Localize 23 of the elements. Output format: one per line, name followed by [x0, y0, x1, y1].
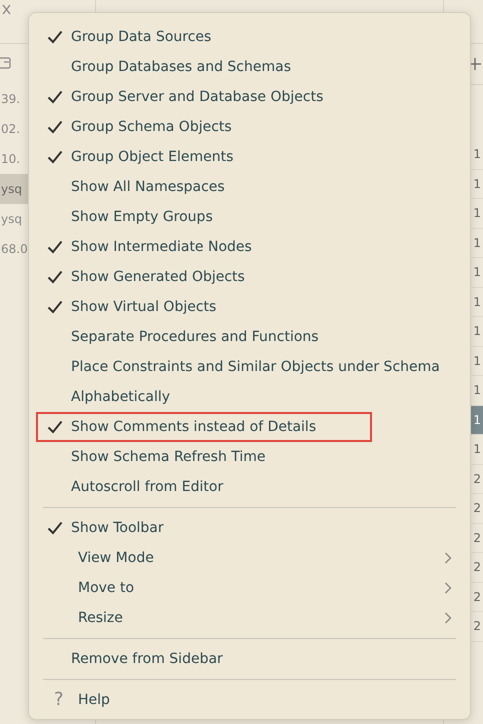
help-icon: ? [54, 691, 78, 709]
menu-item[interactable]: Group Databases and Schemas [36, 52, 470, 82]
check-icon [47, 120, 63, 134]
menu-item[interactable]: Group Server and Database Objects [36, 82, 470, 112]
menu-item[interactable]: Remove from Sidebar [36, 644, 470, 674]
menu-item[interactable]: Group Data Sources [36, 22, 470, 52]
list-icon[interactable] [0, 56, 12, 70]
check-icon [47, 270, 63, 284]
chevron-right-icon [444, 582, 452, 594]
check-icon [47, 240, 63, 254]
check-icon [47, 150, 63, 164]
check-icon [47, 420, 63, 434]
chevron-right-icon [444, 552, 452, 564]
check-icon [47, 300, 63, 314]
menu-item[interactable]: Group Schema Objects [36, 112, 470, 142]
close-icon[interactable] [2, 4, 12, 16]
chevron-right-icon [444, 612, 452, 624]
menu-item[interactable]: Show Comments instead of Details [36, 412, 372, 442]
check-icon [47, 30, 63, 44]
check-icon [47, 90, 63, 104]
menu-item[interactable]: ? Help [36, 685, 470, 715]
plus-icon[interactable] [469, 58, 481, 70]
check-icon [47, 521, 63, 535]
